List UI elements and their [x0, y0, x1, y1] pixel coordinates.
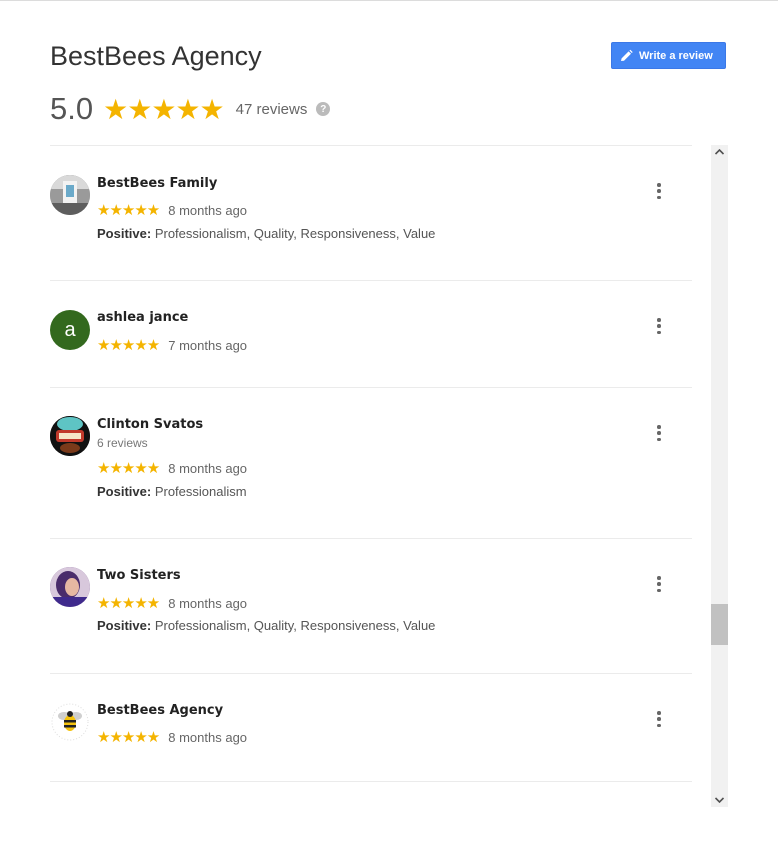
review-item: Two Sisters ★★★★★ 8 months ago Positive:…	[50, 539, 692, 674]
review-stars: ★★★★★	[97, 337, 160, 354]
write-review-button[interactable]: Write a review	[611, 42, 726, 69]
avatar	[50, 702, 90, 742]
attributes-label: Positive:	[97, 226, 152, 241]
review-rating: ★★★★★ 8 months ago	[97, 201, 247, 219]
scroll-down-icon[interactable]	[711, 793, 728, 807]
review-rating: ★★★★★ 8 months ago	[97, 728, 247, 746]
review-rating: ★★★★★ 8 months ago	[97, 459, 247, 477]
review-attributes: Positive: Professionalism, Quality, Resp…	[97, 226, 435, 241]
avatar	[50, 416, 90, 456]
review-stars: ★★★★★	[97, 460, 160, 477]
business-title: BestBees Agency	[50, 41, 262, 71]
reviewer-name[interactable]: BestBees Agency	[97, 703, 223, 718]
review-time: 7 months ago	[168, 337, 248, 353]
review-stars: ★★★★★	[97, 202, 160, 219]
review-time: 8 months ago	[168, 202, 248, 218]
review-time: 8 months ago	[168, 729, 248, 745]
review-attributes: Positive: Professionalism	[97, 484, 247, 499]
review-count-link[interactable]: 47 reviews	[236, 101, 308, 118]
review-rating: ★★★★★ 7 months ago	[97, 336, 247, 354]
average-stars: ★★★★★	[103, 93, 225, 125]
reviewer-name[interactable]: Clinton Svatos	[97, 417, 203, 432]
scroll-up-icon[interactable]	[711, 145, 728, 159]
reviewer-review-count[interactable]: 6 reviews	[97, 436, 148, 450]
avatar: a	[50, 310, 90, 350]
bee-logo-icon	[51, 703, 89, 741]
pencil-icon	[621, 49, 633, 61]
review-time: 8 months ago	[168, 460, 248, 476]
more-options-icon[interactable]	[656, 425, 662, 441]
attributes-label: Positive:	[97, 618, 152, 633]
attributes-values: Professionalism	[154, 484, 247, 499]
write-review-label: Write a review	[639, 49, 713, 62]
review-attributes: Positive: Professionalism, Quality, Resp…	[97, 618, 435, 633]
more-options-icon[interactable]	[656, 576, 662, 592]
review-rating: ★★★★★ 8 months ago	[97, 594, 247, 612]
average-rating: 5.0	[50, 91, 94, 126]
scrollbar-thumb[interactable]	[711, 604, 728, 645]
more-options-icon[interactable]	[656, 711, 662, 727]
review-stars: ★★★★★	[97, 595, 160, 612]
reviews-scrollbar[interactable]	[711, 145, 728, 807]
reviews-list[interactable]: BestBees Family ★★★★★ 8 months ago Posit…	[50, 145, 692, 808]
reviewer-name[interactable]: Two Sisters	[97, 568, 181, 583]
attributes-values: Professionalism, Quality, Responsiveness…	[154, 226, 436, 241]
more-options-icon[interactable]	[656, 183, 662, 199]
more-options-icon[interactable]	[656, 318, 662, 334]
rating-summary: 5.0 ★★★★★ 47 reviews ?	[50, 89, 331, 129]
avatar	[50, 175, 90, 215]
review-time: 8 months ago	[168, 595, 248, 611]
help-icon[interactable]: ?	[316, 102, 331, 116]
attributes-values: Professionalism, Quality, Responsiveness…	[154, 618, 436, 633]
reviewer-name[interactable]: ashlea jance	[97, 310, 188, 325]
attributes-label: Positive:	[97, 484, 152, 499]
review-item: BestBees Family ★★★★★ 8 months ago Posit…	[50, 146, 692, 281]
reviewer-name[interactable]: BestBees Family	[97, 176, 217, 191]
review-stars: ★★★★★	[97, 729, 160, 746]
review-item: BestBees Agency ★★★★★ 8 months ago	[50, 674, 692, 782]
avatar	[50, 567, 90, 607]
review-item: Clinton Svatos 6 reviews ★★★★★ 8 months …	[50, 388, 692, 539]
review-item: a ashlea jance ★★★★★ 7 months ago	[50, 281, 692, 388]
